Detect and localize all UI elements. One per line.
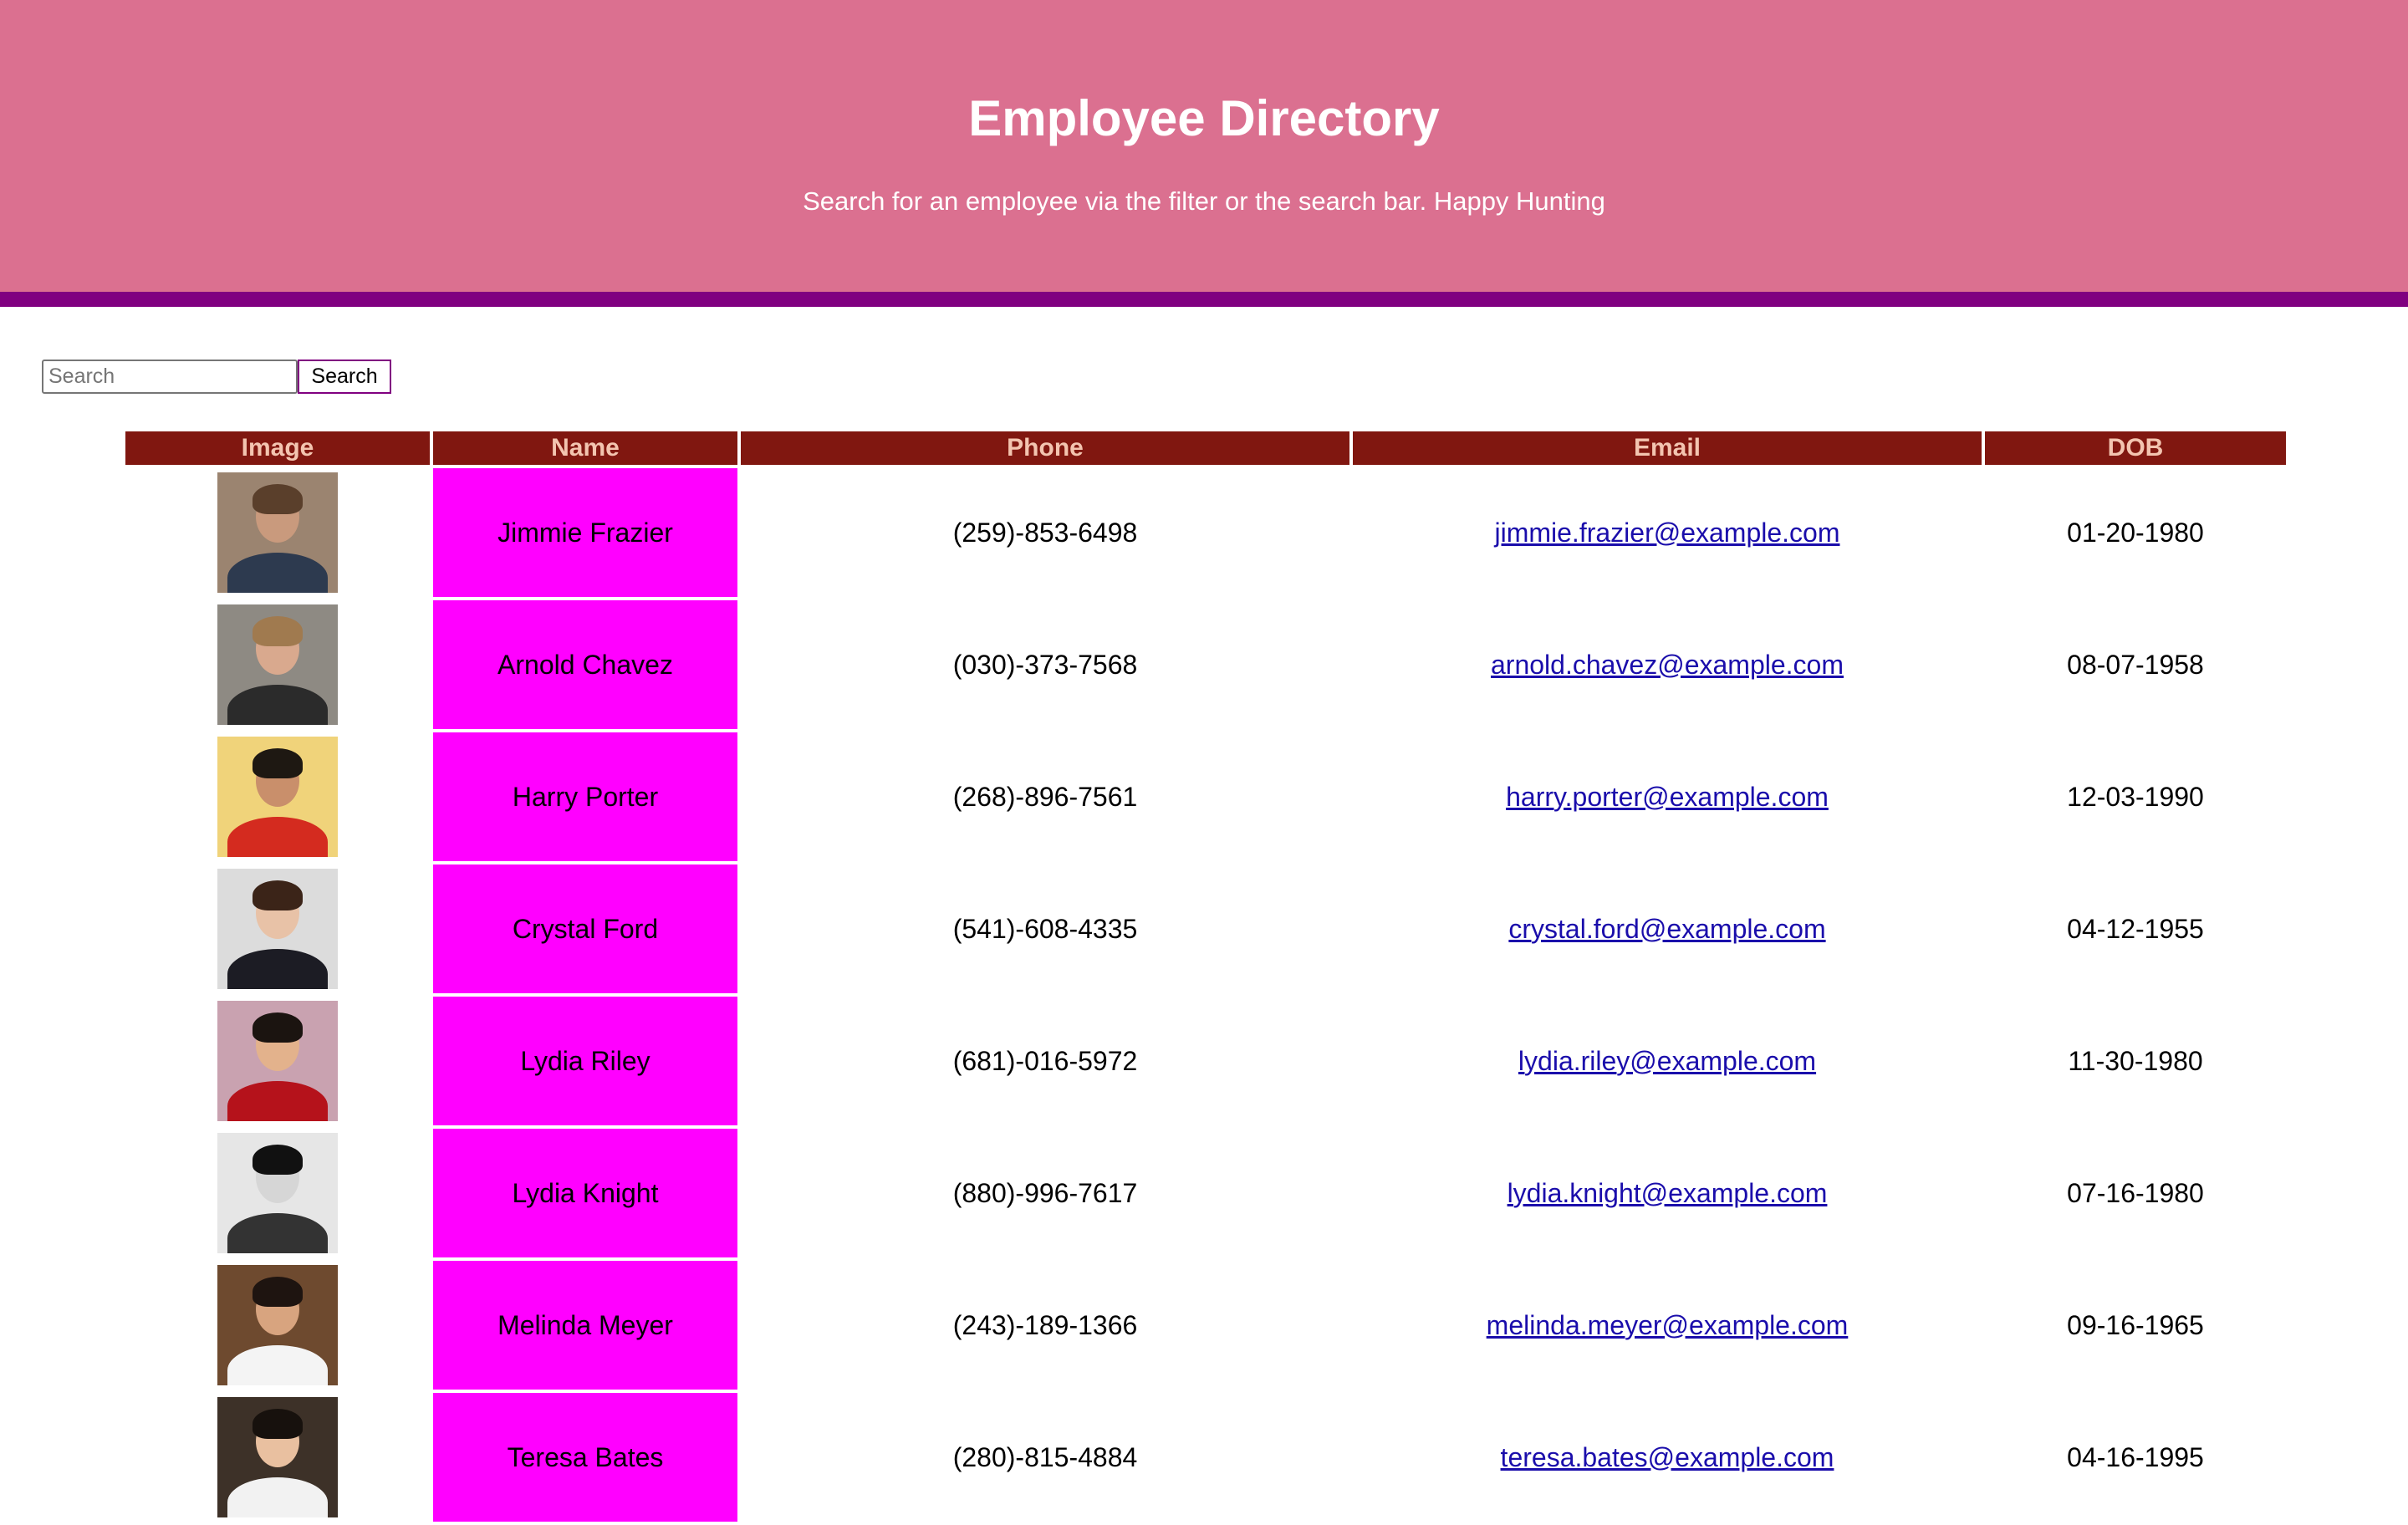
page-title: Employee Directory: [968, 90, 1440, 146]
dob-cell: 09-16-1965: [2067, 1309, 2204, 1340]
avatar: [217, 869, 338, 989]
name-cell: Jimmie Frazier: [433, 468, 737, 597]
image-cell: [125, 1393, 430, 1522]
avatar: [217, 1001, 338, 1121]
avatar: [217, 737, 338, 857]
page-subtitle: Search for an employee via the filter or…: [803, 186, 1605, 216]
table-row: Jimmie Frazier (259)-853-6498 jimmie.frazi…: [125, 468, 2286, 597]
image-cell: [125, 865, 430, 993]
column-header-image[interactable]: Image: [125, 431, 430, 465]
name-cell: Melinda Meyer: [433, 1261, 737, 1390]
email-cell: crystal.ford@example.com: [1353, 865, 1982, 993]
table-header-row: Image Name Phone Email DOB: [125, 431, 2286, 465]
image-cell: [125, 468, 430, 597]
email-cell: lydia.riley@example.com: [1353, 997, 1982, 1125]
search-input[interactable]: [42, 360, 298, 394]
name-cell: Harry Porter: [433, 732, 737, 861]
name-cell: Teresa Bates: [433, 1393, 737, 1522]
image-cell: [125, 997, 430, 1125]
table-row: Harry Porter (268)-896-7561 harry.porter@e…: [125, 732, 2286, 861]
column-header-dob[interactable]: DOB: [1985, 431, 2286, 465]
avatar: [217, 1265, 338, 1385]
name-cell: Lydia Riley: [433, 997, 737, 1125]
dob-cell: 04-16-1995: [2067, 1441, 2204, 1472]
phone-cell: (541)-608-4335: [952, 913, 1138, 944]
dob-cell: 01-20-1980: [2067, 517, 2204, 548]
avatar: [217, 1133, 338, 1253]
table-row: Crystal Ford (541)-608-4335 crystal.ford@e…: [125, 865, 2286, 993]
page-header: Employee Directory Search for an employe…: [0, 0, 2408, 307]
search-button[interactable]: Search: [298, 360, 391, 394]
column-header-name[interactable]: Name: [433, 431, 737, 465]
email-link[interactable]: harry.porter@example.com: [1506, 782, 1829, 812]
email-link[interactable]: teresa.bates@example.com: [1501, 1442, 1834, 1472]
table-row: Lydia Knight (880)-996-7617 lydia.knight@e…: [125, 1129, 2286, 1257]
avatar: [217, 1397, 338, 1517]
email-cell: harry.porter@example.com: [1353, 732, 1982, 861]
name-cell: Crystal Ford: [433, 865, 737, 993]
dob-cell: 04-12-1955: [2067, 913, 2204, 944]
email-cell: melinda.meyer@example.com: [1353, 1261, 1982, 1390]
email-link[interactable]: lydia.knight@example.com: [1508, 1178, 1828, 1208]
dob-cell: 12-03-1990: [2067, 781, 2204, 812]
dob-cell: 07-16-1980: [2067, 1177, 2204, 1208]
image-cell: [125, 732, 430, 861]
email-cell: jimmie.frazier@example.com: [1353, 468, 1982, 597]
email-cell: arnold.chavez@example.com: [1353, 600, 1982, 729]
image-cell: [125, 1129, 430, 1257]
search-form: Search: [42, 360, 391, 394]
phone-cell: (681)-016-5972: [952, 1045, 1138, 1076]
employee-table: Image Name Phone Email DOB Jimmie Frazie…: [122, 428, 2289, 1525]
phone-cell: (880)-996-7617: [952, 1177, 1138, 1208]
table-row: Teresa Bates (280)-815-4884 teresa.bates@e…: [125, 1393, 2286, 1522]
email-link[interactable]: melinda.meyer@example.com: [1487, 1310, 1849, 1340]
table-row: Melinda Meyer (243)-189-1366 melinda.meyer…: [125, 1261, 2286, 1390]
avatar: [217, 472, 338, 593]
column-header-email[interactable]: Email: [1353, 431, 1982, 465]
dob-cell: 08-07-1958: [2067, 649, 2204, 680]
column-header-phone[interactable]: Phone: [741, 431, 1349, 465]
name-cell: Arnold Chavez: [433, 600, 737, 729]
phone-cell: (280)-815-4884: [952, 1441, 1138, 1472]
table-row: Arnold Chavez (030)-373-7568 arnold.chavez…: [125, 600, 2286, 729]
phone-cell: (268)-896-7561: [952, 781, 1138, 812]
dob-cell: 11-30-1980: [2068, 1045, 2203, 1076]
email-cell: lydia.knight@example.com: [1353, 1129, 1982, 1257]
table-row: Lydia Riley (681)-016-5972 lydia.riley@exa…: [125, 997, 2286, 1125]
email-link[interactable]: crystal.ford@example.com: [1508, 914, 1825, 944]
email-link[interactable]: arnold.chavez@example.com: [1491, 650, 1844, 680]
phone-cell: (030)-373-7568: [952, 649, 1138, 680]
phone-cell: (259)-853-6498: [952, 517, 1138, 548]
image-cell: [125, 600, 430, 729]
phone-cell: (243)-189-1366: [952, 1309, 1138, 1340]
email-link[interactable]: jimmie.frazier@example.com: [1494, 518, 1839, 548]
name-cell: Lydia Knight: [433, 1129, 737, 1257]
avatar: [217, 604, 338, 725]
email-cell: teresa.bates@example.com: [1353, 1393, 1982, 1522]
image-cell: [125, 1261, 430, 1390]
email-link[interactable]: lydia.riley@example.com: [1518, 1046, 1816, 1076]
